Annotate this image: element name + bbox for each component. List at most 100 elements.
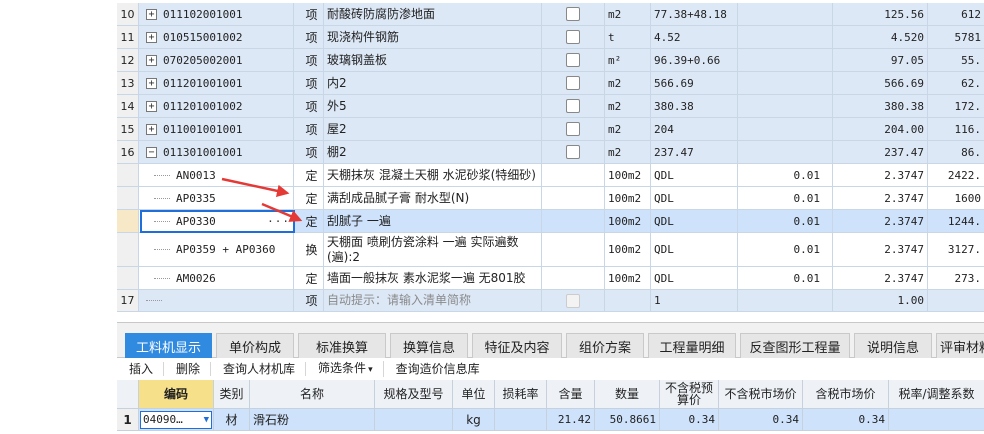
checkbox[interactable] bbox=[566, 145, 580, 159]
quantity-cell[interactable]: 125.56 bbox=[833, 3, 928, 25]
quota-row[interactable]: AP0359 + AP0360 换 天棚面 喷刷仿瓷涂料 一遍 实际遍数(遍):… bbox=[117, 233, 984, 267]
quota-row-selected[interactable]: AP0330 ··· 定 刮腻子 一遍 100m2 QDL 0.01 2.3747… bbox=[117, 210, 984, 233]
delete-button[interactable]: 删除 bbox=[164, 362, 212, 376]
name-cell[interactable]: 满刮成品腻子膏 耐水型(N) bbox=[324, 187, 542, 209]
expand-icon[interactable]: + bbox=[146, 31, 157, 43]
budget-price-cell[interactable]: 0.34 bbox=[660, 409, 719, 430]
tab-features[interactable]: 特征及内容 bbox=[472, 333, 562, 358]
checkbox-cell[interactable] bbox=[542, 95, 605, 117]
unit-cell[interactable]: 100m2 bbox=[605, 210, 651, 232]
unit-cell[interactable]: m2 bbox=[605, 141, 651, 163]
header-budget-price[interactable]: 不含税预算价 bbox=[660, 380, 719, 408]
name-cell[interactable]: 耐酸砖防腐防渗地面 bbox=[324, 3, 542, 25]
spec-cell[interactable] bbox=[375, 409, 453, 430]
unit-cell[interactable]: kg bbox=[453, 409, 495, 430]
bill-code-cell[interactable]: +011201001002 bbox=[139, 95, 294, 117]
name-cell[interactable]: 棚2 bbox=[324, 141, 542, 163]
header-market-price-tax[interactable]: 含税市场价 bbox=[803, 380, 889, 408]
name-cell[interactable]: 玻璃钢盖板 bbox=[324, 49, 542, 71]
header-unit[interactable]: 单位 bbox=[453, 380, 495, 408]
expand-icon[interactable]: + bbox=[146, 77, 157, 89]
expression-cell[interactable]: 380.38 bbox=[651, 95, 738, 117]
quantity-cell[interactable]: 380.38 bbox=[833, 95, 928, 117]
checkbox[interactable] bbox=[566, 99, 580, 113]
unit-cell[interactable] bbox=[605, 290, 651, 311]
name-cell[interactable]: 天棚抹灰 混凝土天棚 水泥砂浆(特细砂) bbox=[324, 164, 542, 186]
expand-icon[interactable]: + bbox=[146, 8, 157, 20]
quantity-cell[interactable]: 1.00 bbox=[833, 290, 928, 311]
coefficient-cell[interactable]: 0.01 bbox=[738, 210, 833, 232]
tab-conversion-info[interactable]: 换算信息 bbox=[390, 333, 468, 358]
quantity-cell[interactable]: 2.3747 bbox=[833, 164, 928, 186]
checkbox-cell[interactable] bbox=[542, 49, 605, 71]
header-market-price[interactable]: 不含税市场价 bbox=[719, 380, 803, 408]
header-spec[interactable]: 规格及型号 bbox=[375, 380, 453, 408]
quantity-cell[interactable]: 97.05 bbox=[833, 49, 928, 71]
expression-cell[interactable]: 1 bbox=[651, 290, 738, 311]
expression-cell[interactable]: QDL bbox=[651, 187, 738, 209]
expression-cell[interactable]: 204 bbox=[651, 118, 738, 140]
quantity-cell[interactable]: 2.3747 bbox=[833, 233, 928, 266]
bill-row[interactable]: 13 +011201001001 项 内2 m2 566.69 566.69 6… bbox=[117, 72, 984, 95]
market-price-cell[interactable]: 0.34 bbox=[719, 409, 803, 430]
checkbox[interactable] bbox=[566, 293, 580, 308]
quantity-cell[interactable]: 2.3747 bbox=[833, 210, 928, 232]
unit-cell[interactable]: m2 bbox=[605, 95, 651, 117]
name-cell[interactable]: 内2 bbox=[324, 72, 542, 94]
checkbox-cell[interactable] bbox=[542, 118, 605, 140]
tab-pricing-scheme[interactable]: 组价方案 bbox=[566, 333, 644, 358]
quantity-cell[interactable]: 566.69 bbox=[833, 72, 928, 94]
expression-cell[interactable]: 77.38+48.18 bbox=[651, 3, 738, 25]
bill-code-cell[interactable]: +011102001001 bbox=[139, 3, 294, 25]
quantity-cell[interactable]: 2.3747 bbox=[833, 267, 928, 289]
quota-code-cell[interactable]: AP0330 ··· bbox=[139, 210, 294, 232]
unit-cell[interactable]: t bbox=[605, 26, 651, 48]
bill-row[interactable]: 15 +011001001001 项 屋2 m2 204 204.00 116. bbox=[117, 118, 984, 141]
quantity-cell[interactable]: 50.8661 bbox=[595, 409, 660, 430]
code-cell[interactable]: 04090… ▼ bbox=[139, 409, 214, 430]
unit-cell[interactable]: m2 bbox=[605, 3, 651, 25]
quantity-cell[interactable]: 2.3747 bbox=[833, 187, 928, 209]
bill-code-cell[interactable] bbox=[139, 290, 294, 311]
checkbox-cell[interactable] bbox=[542, 141, 605, 163]
bill-code-cell[interactable]: −011301001001 bbox=[139, 141, 294, 163]
quota-code-cell[interactable]: AP0335 bbox=[139, 187, 294, 209]
material-row[interactable]: 1 04090… ▼ 材 滑石粉 kg 21.42 50.8661 0.34 0.… bbox=[117, 409, 984, 431]
checkbox[interactable] bbox=[566, 7, 580, 21]
quota-code-cell[interactable]: AP0359 + AP0360 bbox=[139, 233, 294, 266]
bill-code-cell[interactable]: +070205002001 bbox=[139, 49, 294, 71]
header-name[interactable]: 名称 bbox=[250, 380, 375, 408]
coefficient-cell[interactable]: 0.01 bbox=[738, 164, 833, 186]
query-price-info-button[interactable]: 查询造价信息库 bbox=[384, 362, 490, 376]
expression-cell[interactable]: QDL bbox=[651, 164, 738, 186]
name-cell[interactable]: 墙面一般抹灰 素水泥浆一遍 无801胶 bbox=[324, 267, 542, 289]
header-quantity[interactable]: 数量 bbox=[595, 380, 660, 408]
header-loss-rate[interactable]: 损耗率 bbox=[495, 380, 547, 408]
quota-row[interactable]: AP0335 定 满刮成品腻子膏 耐水型(N) 100m2 QDL 0.01 2… bbox=[117, 187, 984, 210]
coefficient-cell[interactable]: 0.01 bbox=[738, 267, 833, 289]
bill-code-cell[interactable]: +010515001002 bbox=[139, 26, 294, 48]
bill-code-cell[interactable]: +011001001001 bbox=[139, 118, 294, 140]
checkbox-cell[interactable] bbox=[542, 72, 605, 94]
quantity-cell[interactable]: 237.47 bbox=[833, 141, 928, 163]
query-material-library-button[interactable]: 查询人材机库 bbox=[211, 362, 307, 376]
bill-row[interactable]: 10 +011102001001 项 耐酸砖防腐防渗地面 m2 77.38+48… bbox=[117, 3, 984, 26]
bill-code-cell[interactable]: +011201001001 bbox=[139, 72, 294, 94]
type-cell[interactable]: 材 bbox=[214, 409, 250, 430]
expression-cell[interactable]: QDL bbox=[651, 210, 738, 232]
header-content[interactable]: 含量 bbox=[547, 380, 595, 408]
header-code[interactable]: 编码 bbox=[139, 380, 214, 408]
name-cell[interactable]: 现浇构件钢筋 bbox=[324, 26, 542, 48]
quota-code-cell[interactable]: AM0026 bbox=[139, 267, 294, 289]
unit-cell[interactable]: m² bbox=[605, 49, 651, 71]
bill-row[interactable]: 12 +070205002001 项 玻璃钢盖板 m² 96.39+0.66 9… bbox=[117, 49, 984, 72]
bill-row[interactable]: 11 +010515001002 项 现浇构件钢筋 t 4.52 4.520 5… bbox=[117, 26, 984, 49]
expand-icon[interactable]: + bbox=[146, 54, 157, 66]
unit-cell[interactable]: 100m2 bbox=[605, 233, 651, 266]
unit-cell[interactable]: m2 bbox=[605, 72, 651, 94]
expand-icon[interactable]: + bbox=[146, 123, 157, 135]
quota-row[interactable]: AM0026 定 墙面一般抹灰 素水泥浆一遍 无801胶 100m2 QDL 0… bbox=[117, 267, 984, 290]
expression-cell[interactable]: 4.52 bbox=[651, 26, 738, 48]
name-cell[interactable]: 屋2 bbox=[324, 118, 542, 140]
content-cell[interactable]: 21.42 bbox=[547, 409, 595, 430]
